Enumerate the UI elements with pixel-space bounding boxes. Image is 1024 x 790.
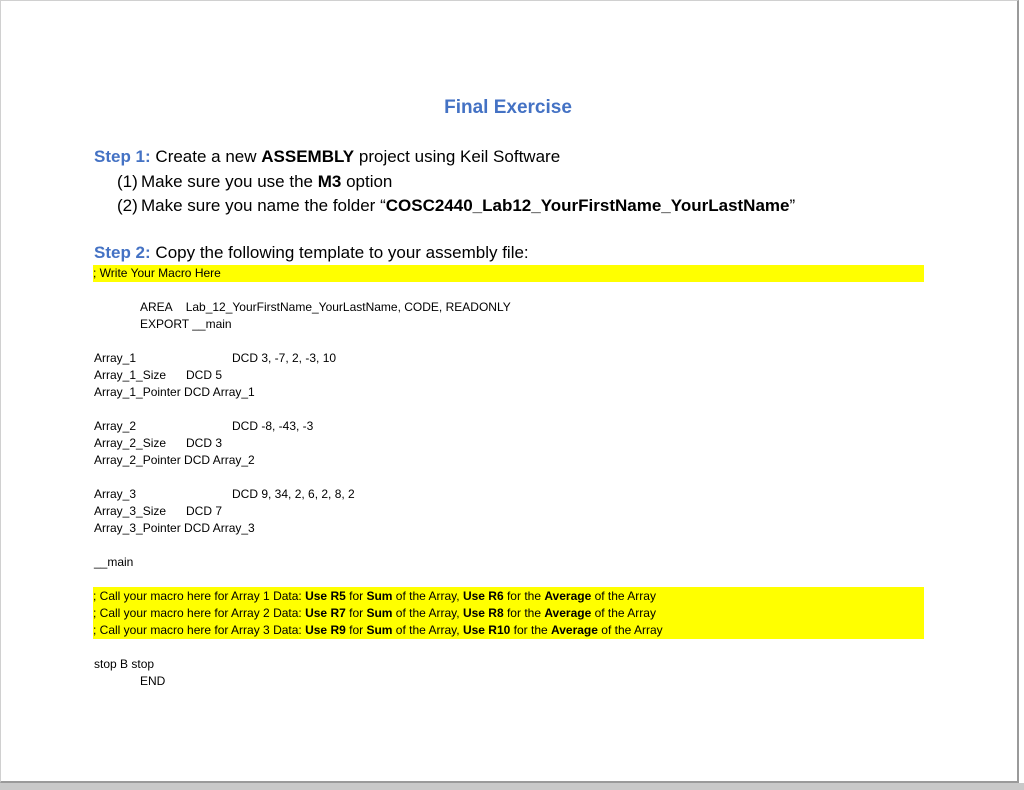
macro-highlight: ; Write Your Macro Here	[93, 265, 924, 282]
call-text: of the Array	[597, 623, 663, 637]
call-sum: Sum	[366, 589, 393, 603]
item-bold: COSC2440_Lab12_YourFirstName_YourLastNam…	[385, 196, 790, 215]
call-line-1: ; Call your macro here for Array 1 Data:…	[93, 588, 656, 605]
array-3-pointer: Array_3_Pointer DCD Array_3	[94, 521, 255, 535]
document-title: Final Exercise	[444, 97, 572, 118]
call-reg: Use R5	[305, 589, 346, 603]
array-3-size-label: Array_3_Size	[94, 504, 167, 518]
export-line: EXPORT __main	[140, 317, 232, 331]
array-1-size-value: DCD 5	[186, 368, 223, 382]
array-1-data: DCD 3, -7, 2, -3, 10	[232, 351, 337, 365]
array-2-size-label: Array_2_Size	[94, 436, 167, 450]
step-1-item-1: (1) Make sure you use the M3 option	[117, 172, 392, 192]
area-keyword: AREA	[140, 300, 173, 314]
array-1-pointer: Array_1_Pointer DCD Array_1	[94, 385, 255, 399]
array-2-data: DCD -8, -43, -3	[232, 419, 314, 433]
call-sum: Sum	[366, 606, 393, 620]
item-text-end: ”	[789, 196, 796, 215]
step-2-text: Copy the following template to your asse…	[150, 243, 529, 262]
array-2-pointer: Array_2_Pointer DCD Array_2	[94, 453, 255, 467]
call-text: for the	[510, 623, 552, 637]
call-sum: Sum	[366, 623, 393, 637]
call-line-3: ; Call your macro here for Array 3 Data:…	[93, 622, 663, 639]
item-text: Make sure you name the folder “	[141, 196, 386, 215]
array-2-size-value: DCD 3	[186, 436, 223, 450]
item-text-end: option	[341, 172, 393, 191]
call-reg: Use R9	[305, 623, 346, 637]
calls-highlight: ; Call your macro here for Array 1 Data:…	[93, 587, 924, 639]
step-1-text-end: project using Keil Software	[354, 147, 561, 166]
array-3-size-value: DCD 7	[186, 504, 223, 518]
call-text: for	[345, 623, 367, 637]
call-text: for the	[503, 606, 545, 620]
array-2-name: Array_2	[94, 419, 137, 433]
call-text: of the Array	[591, 606, 656, 620]
call-avg: Average	[544, 589, 592, 603]
page-shadow	[0, 783, 1024, 790]
call-text: of the Array	[591, 589, 656, 603]
call-text: for the	[503, 589, 545, 603]
stop-line: stop B stop	[94, 657, 155, 671]
call-reg: Use R8	[462, 606, 504, 620]
step-2-label: Step 2:	[94, 243, 151, 262]
array-1-name: Array_1	[94, 351, 137, 365]
step-1-text: Create a new	[150, 147, 262, 166]
call-text: for	[345, 606, 367, 620]
step-1-bold: ASSEMBLY	[261, 147, 355, 166]
item-text: Make sure you use the	[141, 172, 318, 191]
item-bold: M3	[317, 172, 342, 191]
call-text: of the Array,	[392, 623, 463, 637]
item-number: (1)	[117, 172, 138, 191]
call-text: of the Array,	[392, 606, 463, 620]
main-label: __main	[94, 555, 134, 569]
macro-comment: ; Write Your Macro Here	[93, 266, 221, 280]
call-line-2: ; Call your macro here for Array 2 Data:…	[93, 605, 656, 622]
step-1: Step 1: Create a new ASSEMBLY project us…	[94, 147, 560, 167]
array-1-size-label: Array_1_Size	[94, 368, 167, 382]
call-reg: Use R7	[305, 606, 346, 620]
step-1-label: Step 1:	[94, 147, 151, 166]
area-line: AREA Lab_12_YourFirstName_YourLastName, C…	[140, 299, 511, 316]
call-text: ; Call your macro here for Array 3 Data:	[93, 623, 306, 637]
end-line: END	[140, 674, 166, 688]
array-3-data: DCD 9, 34, 2, 6, 2, 8, 2	[232, 487, 355, 501]
call-text: of the Array,	[392, 589, 463, 603]
call-avg: Average	[544, 606, 592, 620]
step-2: Step 2: Copy the following template to y…	[94, 243, 529, 263]
item-number: (2)	[117, 196, 138, 215]
area-args: Lab_12_YourFirstName_YourLastName, CODE,…	[185, 300, 511, 314]
array-3-name: Array_3	[94, 487, 137, 501]
call-text: ; Call your macro here for Array 1 Data:	[93, 589, 306, 603]
call-reg: Use R10	[462, 623, 511, 637]
step-1-item-2: (2) Make sure you name the folder “COSC24…	[117, 196, 795, 216]
call-text: for	[345, 589, 367, 603]
call-reg: Use R6	[462, 589, 504, 603]
call-text: ; Call your macro here for Array 2 Data:	[93, 606, 306, 620]
call-avg: Average	[551, 623, 598, 637]
